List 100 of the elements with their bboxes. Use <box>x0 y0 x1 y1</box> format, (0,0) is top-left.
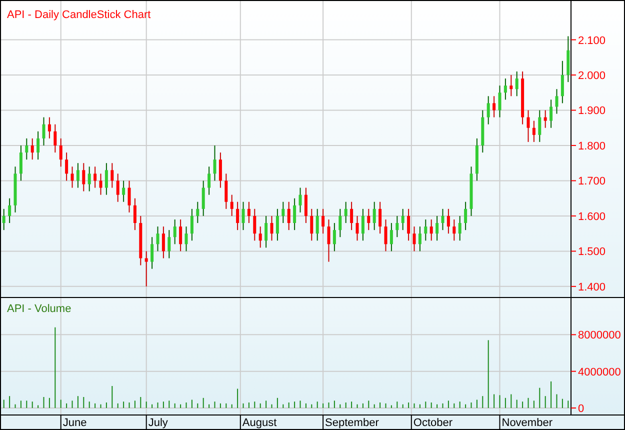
candlestick <box>322 208 325 234</box>
axis-label: July <box>148 417 168 429</box>
candlestick <box>446 208 450 234</box>
candlestick <box>338 208 342 238</box>
axis-label: 2.100 <box>578 34 606 47</box>
candlestick <box>464 201 468 231</box>
candlestick <box>555 88 558 114</box>
candlestick <box>510 74 513 97</box>
candlestick <box>128 180 131 213</box>
candlestick <box>122 180 126 202</box>
candlestick <box>48 116 51 139</box>
candlestick <box>498 85 502 118</box>
candlestick <box>401 208 404 231</box>
candlestick <box>378 201 382 234</box>
axis-label: 8000000 <box>578 330 621 342</box>
candlestick <box>396 215 399 238</box>
candlestick <box>150 236 154 270</box>
candlestick <box>253 208 256 242</box>
axis-label: 0 <box>578 403 584 415</box>
candlestick <box>110 162 114 188</box>
axis-label: 1.700 <box>578 176 606 188</box>
candlestick <box>76 162 80 188</box>
candlestick <box>196 201 200 224</box>
candlestick <box>19 144 22 182</box>
candlestick <box>441 208 444 231</box>
candlestick <box>99 173 102 196</box>
axis-label: 2.000 <box>578 70 606 82</box>
candlestick <box>316 208 319 242</box>
candlestick <box>492 96 496 118</box>
candlestick <box>133 198 136 231</box>
axis-label: August <box>242 417 277 429</box>
axis-label: October <box>413 417 453 429</box>
candlestick <box>247 201 250 224</box>
candlestick <box>282 201 285 224</box>
candlestick <box>390 222 393 252</box>
candlestick <box>384 218 388 252</box>
candlestick <box>424 218 428 242</box>
chart-title: API - Daily CandleStick Chart <box>7 9 151 21</box>
candlestick <box>42 116 46 146</box>
candlestick <box>218 152 222 188</box>
candlestick <box>144 250 148 287</box>
candlestick <box>25 138 28 160</box>
axis-label: 1.500 <box>578 246 606 258</box>
candlestick <box>179 218 182 252</box>
candlestick <box>65 152 68 182</box>
candlestick <box>276 208 279 242</box>
chart-title: API - Volume <box>7 303 72 315</box>
candlestick <box>293 198 296 231</box>
candlestick <box>173 218 176 245</box>
axis-label: 1.600 <box>578 210 606 223</box>
candlestick <box>116 173 120 202</box>
candlestick <box>59 138 62 168</box>
candlestick <box>54 124 57 154</box>
candlestick <box>367 208 370 231</box>
candlestick <box>407 208 410 242</box>
candlestick <box>298 187 302 213</box>
candlestick <box>230 194 234 216</box>
candlestick <box>452 218 456 242</box>
candlestick <box>350 201 354 231</box>
candlestick <box>258 226 262 248</box>
candlestick <box>156 226 160 252</box>
candlestick <box>36 130 40 160</box>
candlestick <box>458 215 462 242</box>
candlestick <box>213 144 216 182</box>
candlestick <box>418 226 422 252</box>
candlestick <box>504 78 507 100</box>
candlestick <box>356 215 359 242</box>
candlestick <box>30 138 34 160</box>
axis-label: 1.400 <box>578 281 606 294</box>
candlestick <box>162 226 165 259</box>
candlestick <box>412 226 416 252</box>
candlestick <box>208 166 211 196</box>
candlestick <box>104 162 108 196</box>
candlestick <box>2 208 6 231</box>
candlestick <box>88 166 91 192</box>
candlestick <box>436 215 439 242</box>
candlestick <box>486 96 490 125</box>
candlestick <box>515 70 518 97</box>
candlestick <box>538 110 542 142</box>
candlestick <box>332 222 336 252</box>
candlestick <box>94 166 97 188</box>
candlestick <box>184 226 188 252</box>
candlestick <box>82 162 86 192</box>
candlestick <box>70 166 74 188</box>
candlestick <box>304 187 308 224</box>
candlestick <box>550 99 553 128</box>
candlestick <box>372 201 376 231</box>
candlestick <box>190 208 194 242</box>
candlestick <box>327 218 330 262</box>
candlestick <box>544 110 547 128</box>
candlestick <box>560 60 564 104</box>
axis-label: 1.900 <box>578 105 606 118</box>
axis-label: June <box>62 417 87 429</box>
candlestick <box>236 201 240 231</box>
axis-label: November <box>502 417 552 429</box>
candlestick <box>168 230 171 259</box>
candlestick <box>270 215 274 242</box>
candlestick <box>224 173 228 210</box>
candlestick <box>8 198 12 224</box>
axis-label: 4000000 <box>578 366 621 378</box>
